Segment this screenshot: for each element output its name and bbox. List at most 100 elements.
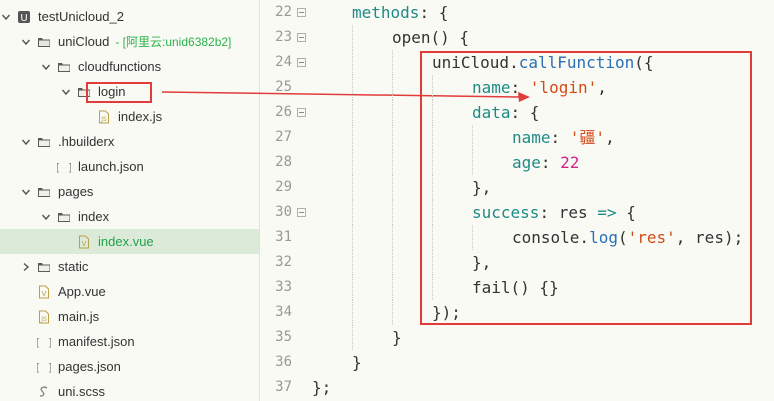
no-chevron: [60, 236, 72, 248]
chevron-down-icon[interactable]: [20, 36, 32, 48]
line-number: 35: [275, 329, 292, 345]
tree-item-pages-json[interactable]: [ ] pages.json: [0, 354, 259, 379]
project-icon: U: [17, 10, 31, 24]
svg-text:[ ]: [ ]: [37, 336, 51, 349]
code-line[interactable]: name: 'login',: [472, 75, 607, 100]
code-line[interactable]: open() {: [392, 25, 469, 50]
tree-item-pages[interactable]: pages: [0, 179, 259, 204]
code-line[interactable]: },: [472, 175, 491, 200]
chevron-down-icon[interactable]: [20, 186, 32, 198]
indent-guide: [352, 325, 353, 350]
cloud-folder-icon: [37, 35, 51, 49]
code-line[interactable]: console.log('res', res);: [512, 225, 743, 250]
code-line[interactable]: age: 22: [512, 150, 579, 175]
tree-item-label: launch.json: [78, 159, 144, 174]
indent-guide: [352, 50, 353, 75]
tree-item-hbuilderx[interactable]: .hbuilderx: [0, 129, 259, 154]
code-token: log: [589, 228, 618, 247]
tree-item-index-js[interactable]: JS index.js: [0, 104, 259, 129]
indent-guide: [432, 125, 433, 150]
line-number: 23: [275, 29, 292, 45]
tree-item-manifest-json[interactable]: [ ] manifest.json: [0, 329, 259, 354]
code-line[interactable]: },: [472, 250, 491, 275]
indent-guide: [392, 225, 393, 250]
code-token: :: [510, 78, 530, 97]
chevron-right-icon[interactable]: [20, 261, 32, 273]
chevron-down-icon[interactable]: [0, 11, 12, 23]
code-line[interactable]: name: '疆',: [512, 125, 615, 150]
fold-toggle-icon[interactable]: [297, 8, 306, 17]
chevron-down-icon[interactable]: [40, 211, 52, 223]
code-line[interactable]: uniCloud.callFunction({: [432, 50, 654, 75]
tree-item-label: .hbuilderx: [58, 134, 115, 149]
indent-guide: [432, 250, 433, 275]
code-token: {: [616, 203, 636, 222]
code-line[interactable]: });: [432, 300, 461, 325]
code-line[interactable]: success: res => {: [472, 200, 636, 225]
js-file-icon: JS: [37, 310, 51, 324]
code-line[interactable]: methods: {: [352, 0, 448, 25]
tree-item-label: cloudfunctions: [78, 59, 162, 74]
indent-guide: [352, 225, 353, 250]
indent-guide: [392, 300, 393, 325]
code-token: : {: [419, 3, 449, 22]
code-token: },: [472, 178, 492, 197]
no-chevron: [20, 311, 32, 323]
code-line[interactable]: fail() {}: [472, 275, 559, 300]
chevron-down-icon[interactable]: [20, 136, 32, 148]
folder-icon: [37, 135, 51, 149]
tree-item-label: pages: [58, 184, 94, 199]
code-token: =>: [597, 203, 617, 222]
code-token: fail() {}: [472, 278, 559, 297]
code-line[interactable]: }: [392, 325, 402, 350]
tree-item-app-vue[interactable]: V App.vue: [0, 279, 259, 304]
tree-item-cloudfunctions[interactable]: cloudfunctions: [0, 54, 259, 79]
tree-item-launch-json[interactable]: [ ] launch.json: [0, 154, 259, 179]
code-token: 'res': [627, 228, 676, 247]
indent-guide: [432, 275, 433, 300]
code-token: }: [392, 328, 402, 347]
indent-guide: [472, 225, 473, 250]
indent-guide: [392, 100, 393, 125]
folder-icon: [37, 260, 51, 274]
code-token: age: [512, 153, 541, 172]
code-line[interactable]: }: [352, 350, 362, 375]
indent-guide: [352, 175, 353, 200]
scss-file-icon: [37, 385, 51, 399]
svg-text:U: U: [20, 13, 27, 24]
indent-guide: [432, 100, 433, 125]
line-number: 28: [275, 154, 292, 170]
code-token: : {: [510, 103, 540, 122]
folder-icon: [37, 185, 51, 199]
code-token: callFunction: [518, 53, 635, 72]
indent-guide: [432, 150, 433, 175]
json-file-icon: [ ]: [37, 360, 51, 374]
code-line[interactable]: };: [312, 375, 331, 400]
tree-item-static[interactable]: static: [0, 254, 259, 279]
fold-toggle-icon[interactable]: [297, 208, 306, 217]
indent-guide: [352, 100, 353, 125]
tree-item-index[interactable]: index: [0, 204, 259, 229]
tree-item-index-vue[interactable]: Vindex.vue: [0, 229, 259, 254]
tree-item-testunicloud-2[interactable]: UtestUnicloud_2: [0, 4, 259, 29]
no-chevron: [20, 286, 32, 298]
tree-item-label: testUnicloud_2: [38, 9, 124, 24]
chevron-down-icon[interactable]: [60, 86, 72, 98]
indent-guide: [392, 125, 393, 150]
fold-toggle-icon[interactable]: [297, 58, 306, 67]
code-token: name: [472, 78, 511, 97]
code-token: }: [352, 353, 362, 372]
tree-item-main-js[interactable]: JS main.js: [0, 304, 259, 329]
login-folder-highlight: [86, 82, 152, 103]
indent-guide: [472, 125, 473, 150]
chevron-down-icon[interactable]: [40, 61, 52, 73]
code-line[interactable]: data: {: [472, 100, 539, 125]
code-token: open() {: [392, 28, 470, 47]
js-file-icon: JS: [97, 110, 111, 124]
code-token: console.: [512, 228, 590, 247]
tree-item-label: index: [78, 209, 110, 224]
fold-toggle-icon[interactable]: [297, 108, 306, 117]
fold-toggle-icon[interactable]: [297, 33, 306, 42]
tree-item-uni-scss[interactable]: uni.scss: [0, 379, 259, 401]
tree-item-unicloud[interactable]: uniCloud - [阿里云:unid6382b2]: [0, 29, 259, 54]
